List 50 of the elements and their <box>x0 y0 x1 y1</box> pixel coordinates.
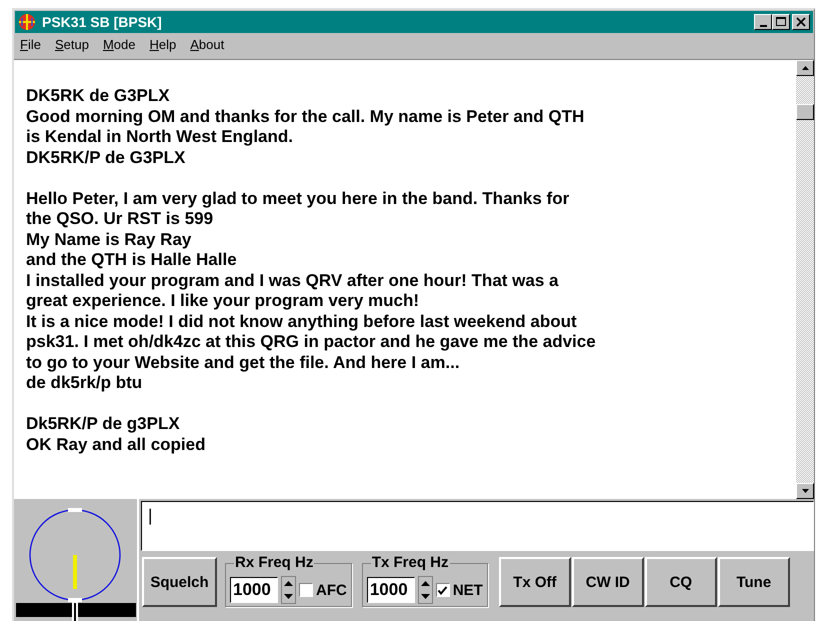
squelch-button[interactable]: Squelch <box>142 557 217 607</box>
maximize-icon <box>776 17 786 27</box>
scroll-down-icon <box>802 489 808 493</box>
action-button[interactable]: Tune <box>718 557 790 607</box>
received-text-line: OK Ray and all copied <box>26 434 206 455</box>
close-icon <box>796 17 806 27</box>
spin-button[interactable] <box>281 576 296 604</box>
action-button[interactable]: CQ <box>644 557 717 607</box>
menu-item[interactable]: Mode <box>102 37 136 55</box>
received-text-line: Good morning OM and thanks for the call. My name is Peter and QTH <box>26 106 586 127</box>
received-text-line: DK5RK/P de G3PLX <box>26 148 186 168</box>
received-text-line: DK5RK de G3PLX <box>26 86 171 106</box>
action-button[interactable]: Tx Off <box>498 557 571 607</box>
group-label: Tx Freq Hz <box>370 554 450 571</box>
transmit-text-field[interactable]: | <box>141 501 814 551</box>
received-text-line: great experience. I like your program very much! <box>26 291 420 312</box>
minimize-icon <box>760 25 766 27</box>
app-icon <box>18 13 36 31</box>
close-button[interactable] <box>792 14 810 30</box>
checkbox-label[interactable]: NET <box>452 582 483 598</box>
scrollbar[interactable] <box>796 60 814 499</box>
received-text-line: Hello Peter, I am very glad to meet you here in the band. Thanks for <box>26 188 570 209</box>
scroll-thumb[interactable] <box>796 104 814 120</box>
checkbox[interactable] <box>436 583 450 597</box>
received-text-line: de dk5rk/p btu <box>26 373 144 394</box>
minimize-button[interactable] <box>754 14 772 30</box>
action-button[interactable]: CW ID <box>572 557 644 607</box>
window-title: PSK31 SB [BPSK] <box>42 14 163 30</box>
group-label: Rx Freq Hz <box>234 554 314 571</box>
received-text-line: Dk5RK/P de g3PLX <box>26 414 181 434</box>
received-text-line: is Kendal in North West England. <box>26 127 294 148</box>
received-text-line: the QSO. Ur RST is 599 <box>26 209 214 230</box>
menu-item[interactable]: About <box>190 37 224 55</box>
frequency-field[interactable]: 1000 <box>366 577 415 603</box>
checkbox[interactable] <box>299 583 313 597</box>
maximize-button[interactable] <box>772 14 790 30</box>
received-text-line: It is a nice mode! I did not know anything before last weekend about <box>26 312 578 332</box>
spin-button[interactable] <box>418 576 433 604</box>
frequency-field[interactable]: 1000 <box>230 577 278 603</box>
checkbox-label[interactable]: AFC <box>316 582 347 598</box>
received-text-line: and the QTH is Halle Halle <box>26 250 238 270</box>
menu-item[interactable]: Help <box>150 37 176 55</box>
received-text-line: I installed your program and I was QRV after one hour! That was a <box>26 270 560 291</box>
scroll-up-icon <box>802 66 808 70</box>
received-text-line: My Name is Ray Ray <box>26 230 192 250</box>
menu-item[interactable]: Setup <box>54 37 89 55</box>
received-text-line: to go to your Website and get the file. And here I am... <box>26 352 461 373</box>
transmit-text: | <box>148 506 152 525</box>
menu-item[interactable]: File <box>20 37 41 55</box>
received-text-line: psk31. I met oh/dk4zc at this QRG in pactor and he gave me the advice <box>26 332 597 352</box>
